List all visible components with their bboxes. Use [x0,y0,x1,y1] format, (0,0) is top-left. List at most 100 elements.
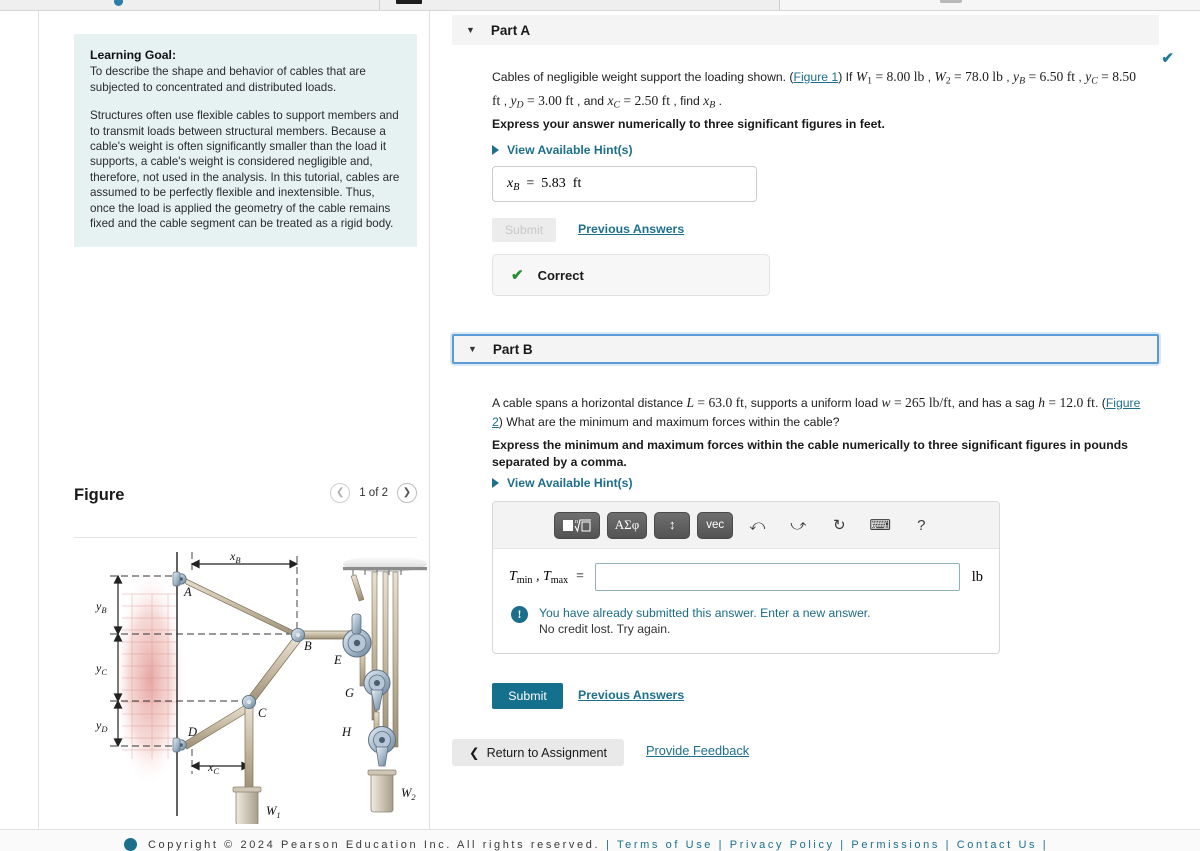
triangle-right-icon [492,145,499,155]
part-b-hint-label: View Available Hint(s) [507,476,633,490]
part-a-submit-button: Submit [492,218,556,242]
chrome-handle-icon [940,0,962,3]
learning-goal-box: Learning Goal: To describe the shape and… [74,34,417,248]
chrome-dot-icon [114,0,123,6]
left-panel: Learning Goal: To describe the shape and… [40,11,429,829]
part-b-instruction: Express the minimum and maximum forces w… [492,438,1128,469]
part-b-submit-button[interactable]: Submit [492,683,563,709]
footer-links[interactable]: | Terms of Use | Privacy Policy | Permis… [606,839,1048,851]
part-b-hints-toggle[interactable]: View Available Hint(s) [492,476,633,490]
svg-text:H: H [341,725,352,739]
part-b-q-seg2: , supports a uniform load [743,396,879,410]
svg-text:E: E [333,653,342,667]
pulley-H [368,726,396,767]
figure-prev-button[interactable]: ❮ [330,483,351,503]
part-a-result-banner: ✔ Correct [492,254,770,296]
part-a-header[interactable]: ▼ Part A [452,15,1159,45]
part-a-hint-label: View Available Hint(s) [507,143,633,157]
part-a-result-label: Correct [537,267,584,283]
caret-down-icon[interactable]: ▼ [466,25,475,35]
learning-goal-para-1: To describe the shape and behavior of ca… [90,65,366,94]
part-b-title: Part B [492,341,533,357]
part-b-header[interactable]: ▼ Part B [452,334,1159,364]
svg-text:B: B [304,639,312,653]
reset-icon[interactable]: ↻ [824,512,854,539]
undo-icon[interactable]: ⤺ [742,512,772,539]
part-a-answer-value: 5.83 [541,175,566,191]
part-b-input-label: Tmin , Tmax = [509,568,585,586]
part-b-input-row: Tmin , Tmax = lb [493,549,999,595]
part-a-question-post: ) If [838,70,853,84]
svg-text:W1: W1 [266,804,281,820]
chrome-segment-mid [380,0,780,10]
page-footer: Copyright © 2024 Pearson Education Inc. … [0,829,1200,851]
svg-text:C: C [258,706,267,720]
part-b-q-seg1: A cable spans a horizontal distance [492,396,684,410]
learning-goal-para-2: Structures often use flexible cables to … [90,109,400,231]
math-toolbar: n ΑΣφ ↕ vec ⤺ ⤻ ↻ ⌨ ? [493,502,999,549]
part-b-question: A cable spans a horizontal distance L = … [492,395,1141,429]
part-b-alert-text: You have already submitted this answer. … [539,605,871,637]
part-a-answer-field[interactable]: xB = 5.83 ft [492,166,757,202]
check-icon: ✔ [511,267,524,284]
left-rail-divider [38,11,39,829]
svg-text:W2: W2 [401,786,416,802]
redo-icon[interactable]: ⤻ [783,512,813,539]
part-b-answer-panel: n ΑΣφ ↕ vec ⤺ ⤻ ↻ ⌨ ? Tmin , Tmax = lb !… [492,501,1000,654]
part-b-alert-line1: You have already submitted this answer. … [539,606,871,620]
svg-text:n: n [575,519,578,525]
figure-separator [74,537,417,538]
part-a-answer-unit: ft [572,175,582,191]
figure-diagram[interactable]: xB xC yB yC yD A B C D E G H W1 W2 [80,544,460,824]
part-a-hints-toggle[interactable]: View Available Hint(s) [492,143,633,157]
footer-text-row: Copyright © 2024 Pearson Education Inc. … [0,839,1200,851]
figure-nav: ❮ 1 of 2 ❯ [330,483,417,503]
right-panel: ▼ Part A ✔ Cables of negligible weight s… [430,11,1200,829]
svg-text:G: G [345,686,354,700]
triangle-right-icon [492,478,499,488]
wall-brick-texture [114,569,186,789]
part-b-alert: ! You have already submitted this answer… [493,595,999,653]
svg-text:A: A [183,585,192,599]
keyboard-icon[interactable]: ⌨ [865,512,895,539]
part-a-status-check-icon: ✔ [1161,50,1174,67]
part-b-q-seg3: , and has a sag [951,396,1035,410]
vector-button[interactable]: vec [697,511,734,539]
point-labels: A B C D E G H [183,585,354,739]
part-b-alert-line2: No credit lost. Try again. [539,622,671,636]
browser-chrome-strip [0,0,1200,11]
return-label: Return to Assignment [486,745,607,760]
part-b-answer-input[interactable] [594,563,960,591]
exclamation-icon: ! [511,606,528,623]
chrome-block-icon [396,0,422,4]
svg-text:D: D [187,725,197,739]
provide-feedback-link[interactable]: Provide Feedback [646,743,749,758]
content-area: Learning Goal: To describe the shape and… [0,11,1200,829]
figure-1-link[interactable]: Figure 1 [794,70,839,84]
page-root: Learning Goal: To describe the shape and… [0,0,1200,851]
svg-text:yC: yC [95,661,107,677]
greek-symbols-button[interactable]: ΑΣφ [606,511,648,539]
arrows-button[interactable]: ↕ [654,511,691,539]
chrome-segment-left [0,0,380,10]
return-to-assignment-button[interactable]: ❮ Return to Assignment [452,739,624,766]
help-icon[interactable]: ? [906,512,936,539]
svg-text:yB: yB [95,599,107,615]
caret-down-icon[interactable]: ▼ [468,344,477,354]
pulley-E [342,613,372,658]
part-a-question-pre: Cables of negligible weight support the … [492,70,794,84]
part-a-question: Cables of negligible weight support the … [492,69,1137,111]
svg-text:xC: xC [207,760,219,776]
template-sqrt-button[interactable]: n [553,511,600,539]
footer-copyright: Copyright © 2024 Pearson Education Inc. … [148,839,601,851]
part-a-previous-answers-link[interactable]: Previous Answers [578,222,684,236]
weight-w2: W2 [367,769,416,813]
figure-next-button[interactable]: ❯ [397,483,417,503]
figure-counter: 1 of 2 [359,487,388,499]
weight-w1: W1 [232,786,281,824]
figure-panel-title: Figure [74,486,125,504]
learning-goal-title: Learning Goal: [90,48,176,62]
part-b-q-seg5: ) What are the minimum and maximum force… [498,415,840,429]
part-b-previous-answers-link[interactable]: Previous Answers [578,688,684,702]
pulley-ropes [350,571,399,748]
